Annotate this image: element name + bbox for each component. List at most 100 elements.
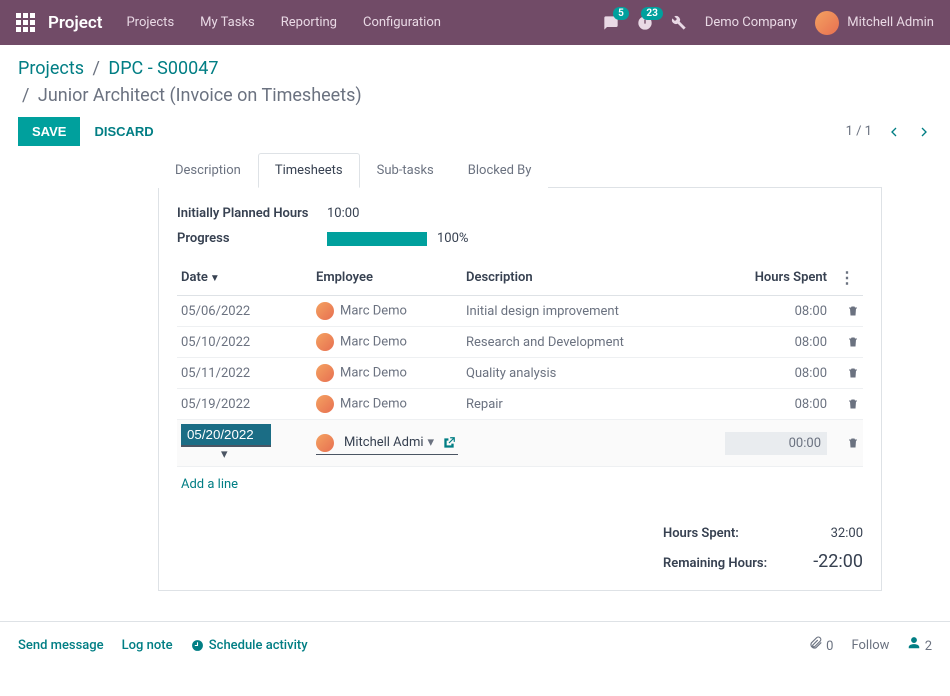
cell-description: Quality analysis <box>462 358 721 389</box>
pager-next-icon[interactable] <box>916 124 932 140</box>
user-icon <box>907 636 921 650</box>
cell-hours: 08:00 <box>721 358 831 389</box>
tab-timesheets[interactable]: Timesheets <box>258 153 360 188</box>
pager-text: 1 / 1 <box>846 124 872 139</box>
followers[interactable]: 2 <box>907 636 932 654</box>
trash-icon[interactable] <box>847 367 859 379</box>
tab-panel-timesheets: Initially Planned Hours 10:00 Progress 1… <box>158 188 882 591</box>
tab-description[interactable]: Description <box>158 153 258 188</box>
timesheet-table: Date▼ Employee Description Hours Spent ⋮… <box>177 260 863 467</box>
planned-hours-label: Initially Planned Hours <box>177 206 327 221</box>
nav-reporting[interactable]: Reporting <box>281 15 337 30</box>
company-name[interactable]: Demo Company <box>705 15 797 30</box>
sort-caret-icon: ▼ <box>210 273 220 284</box>
trash-icon[interactable] <box>847 398 859 410</box>
discard-button[interactable]: DISCARD <box>94 124 153 139</box>
col-description[interactable]: Description <box>462 260 721 296</box>
user-menu[interactable]: Mitchell Admin <box>815 11 934 35</box>
breadcrumb-current: Junior Architect (Invoice on Timesheets) <box>38 85 362 106</box>
progress-label: Progress <box>177 231 327 246</box>
table-row-editing[interactable]: ▾ Mitchell Admi ▾ 00:00 <box>177 420 863 467</box>
avatar-icon <box>316 364 334 382</box>
activities-icon[interactable]: 23 <box>637 15 653 31</box>
cell-date: 05/10/2022 <box>177 327 312 358</box>
col-hours[interactable]: Hours Spent <box>721 260 831 296</box>
send-message-button[interactable]: Send message <box>18 638 104 653</box>
tab-subtasks[interactable]: Sub-tasks <box>360 153 451 188</box>
description-input[interactable] <box>466 435 717 450</box>
chevron-down-icon[interactable]: ▾ <box>221 447 228 462</box>
wrench-icon[interactable] <box>671 15 687 31</box>
progress-percent: 100% <box>437 231 468 246</box>
cell-employee: Marc Demo <box>312 327 462 358</box>
user-name: Mitchell Admin <box>847 15 934 30</box>
clock-icon <box>191 639 204 652</box>
total-hours-label: Hours Spent: <box>663 526 739 541</box>
messages-icon[interactable]: 5 <box>603 15 619 31</box>
col-employee[interactable]: Employee <box>312 260 462 296</box>
totals-block: Hours Spent: 32:00 Remaining Hours: -22:… <box>177 526 863 572</box>
apps-icon[interactable] <box>16 13 36 33</box>
pager: 1 / 1 <box>846 124 932 140</box>
actions-row: SAVE DISCARD 1 / 1 <box>18 117 932 146</box>
cell-hours: 08:00 <box>721 296 831 327</box>
avatar-icon <box>316 302 334 320</box>
pager-prev-icon[interactable] <box>886 124 902 140</box>
trash-icon[interactable] <box>847 305 859 317</box>
log-note-button[interactable]: Log note <box>122 638 173 653</box>
avatar-icon <box>316 395 334 413</box>
hours-input[interactable]: 00:00 <box>725 432 827 455</box>
chevron-down-icon[interactable]: ▾ <box>428 435 435 450</box>
cell-employee: Marc Demo <box>312 358 462 389</box>
cell-description: Repair <box>462 389 721 420</box>
nav-right: 5 23 Demo Company Mitchell Admin <box>603 11 934 35</box>
form-sheet: Description Timesheets Sub-tasks Blocked… <box>50 152 900 591</box>
app-title[interactable]: Project <box>48 13 102 33</box>
nav-links: Projects My Tasks Reporting Configuratio… <box>126 15 602 30</box>
cell-hours: 08:00 <box>721 327 831 358</box>
nav-projects[interactable]: Projects <box>126 15 174 30</box>
kebab-icon[interactable]: ⋮ <box>835 268 859 287</box>
tabs: Description Timesheets Sub-tasks Blocked… <box>158 152 882 188</box>
activities-badge: 23 <box>641 7 662 20</box>
breadcrumb-mid[interactable]: DPC - S00047 <box>108 58 218 79</box>
cell-date: 05/11/2022 <box>177 358 312 389</box>
progress-bar <box>327 232 427 246</box>
tab-blocked-by[interactable]: Blocked By <box>451 153 549 188</box>
cell-employee: Marc Demo <box>312 389 462 420</box>
attachments[interactable]: 0 <box>809 636 834 654</box>
messages-badge: 5 <box>613 7 629 20</box>
date-input[interactable] <box>181 424 271 447</box>
avatar-icon <box>316 434 334 452</box>
save-button[interactable]: SAVE <box>18 117 80 146</box>
avatar-icon <box>316 333 334 351</box>
remaining-hours-label: Remaining Hours: <box>663 556 767 571</box>
cell-date: 05/06/2022 <box>177 296 312 327</box>
top-navbar: Project Projects My Tasks Reporting Conf… <box>0 0 950 45</box>
table-row[interactable]: 05/11/2022Marc DemoQuality analysis08:00 <box>177 358 863 389</box>
cell-description: Research and Development <box>462 327 721 358</box>
external-link-icon[interactable] <box>442 436 456 450</box>
employee-input[interactable]: Mitchell Admi <box>344 435 424 450</box>
avatar-icon <box>815 11 839 35</box>
col-date[interactable]: Date▼ <box>177 260 312 296</box>
table-row[interactable]: 05/10/2022Marc DemoResearch and Developm… <box>177 327 863 358</box>
cell-description: Initial design improvement <box>462 296 721 327</box>
planned-hours-value[interactable]: 10:00 <box>327 206 863 221</box>
nav-configuration[interactable]: Configuration <box>363 15 441 30</box>
table-row[interactable]: 05/06/2022Marc DemoInitial design improv… <box>177 296 863 327</box>
header: Projects / DPC - S00047 / Junior Archite… <box>0 45 950 152</box>
breadcrumb-root[interactable]: Projects <box>18 58 84 79</box>
cell-date: 05/19/2022 <box>177 389 312 420</box>
trash-icon[interactable] <box>847 336 859 348</box>
table-row[interactable]: 05/19/2022Marc DemoRepair08:00 <box>177 389 863 420</box>
total-hours-value: 32:00 <box>831 526 863 541</box>
nav-my-tasks[interactable]: My Tasks <box>200 15 255 30</box>
trash-icon[interactable] <box>847 437 859 449</box>
remaining-hours-value: -22:00 <box>813 551 863 572</box>
follow-button[interactable]: Follow <box>851 638 889 653</box>
paperclip-icon <box>809 636 823 650</box>
add-line-button[interactable]: Add a line <box>177 467 863 502</box>
cell-employee: Marc Demo <box>312 296 462 327</box>
schedule-activity-button[interactable]: Schedule activity <box>191 638 308 653</box>
